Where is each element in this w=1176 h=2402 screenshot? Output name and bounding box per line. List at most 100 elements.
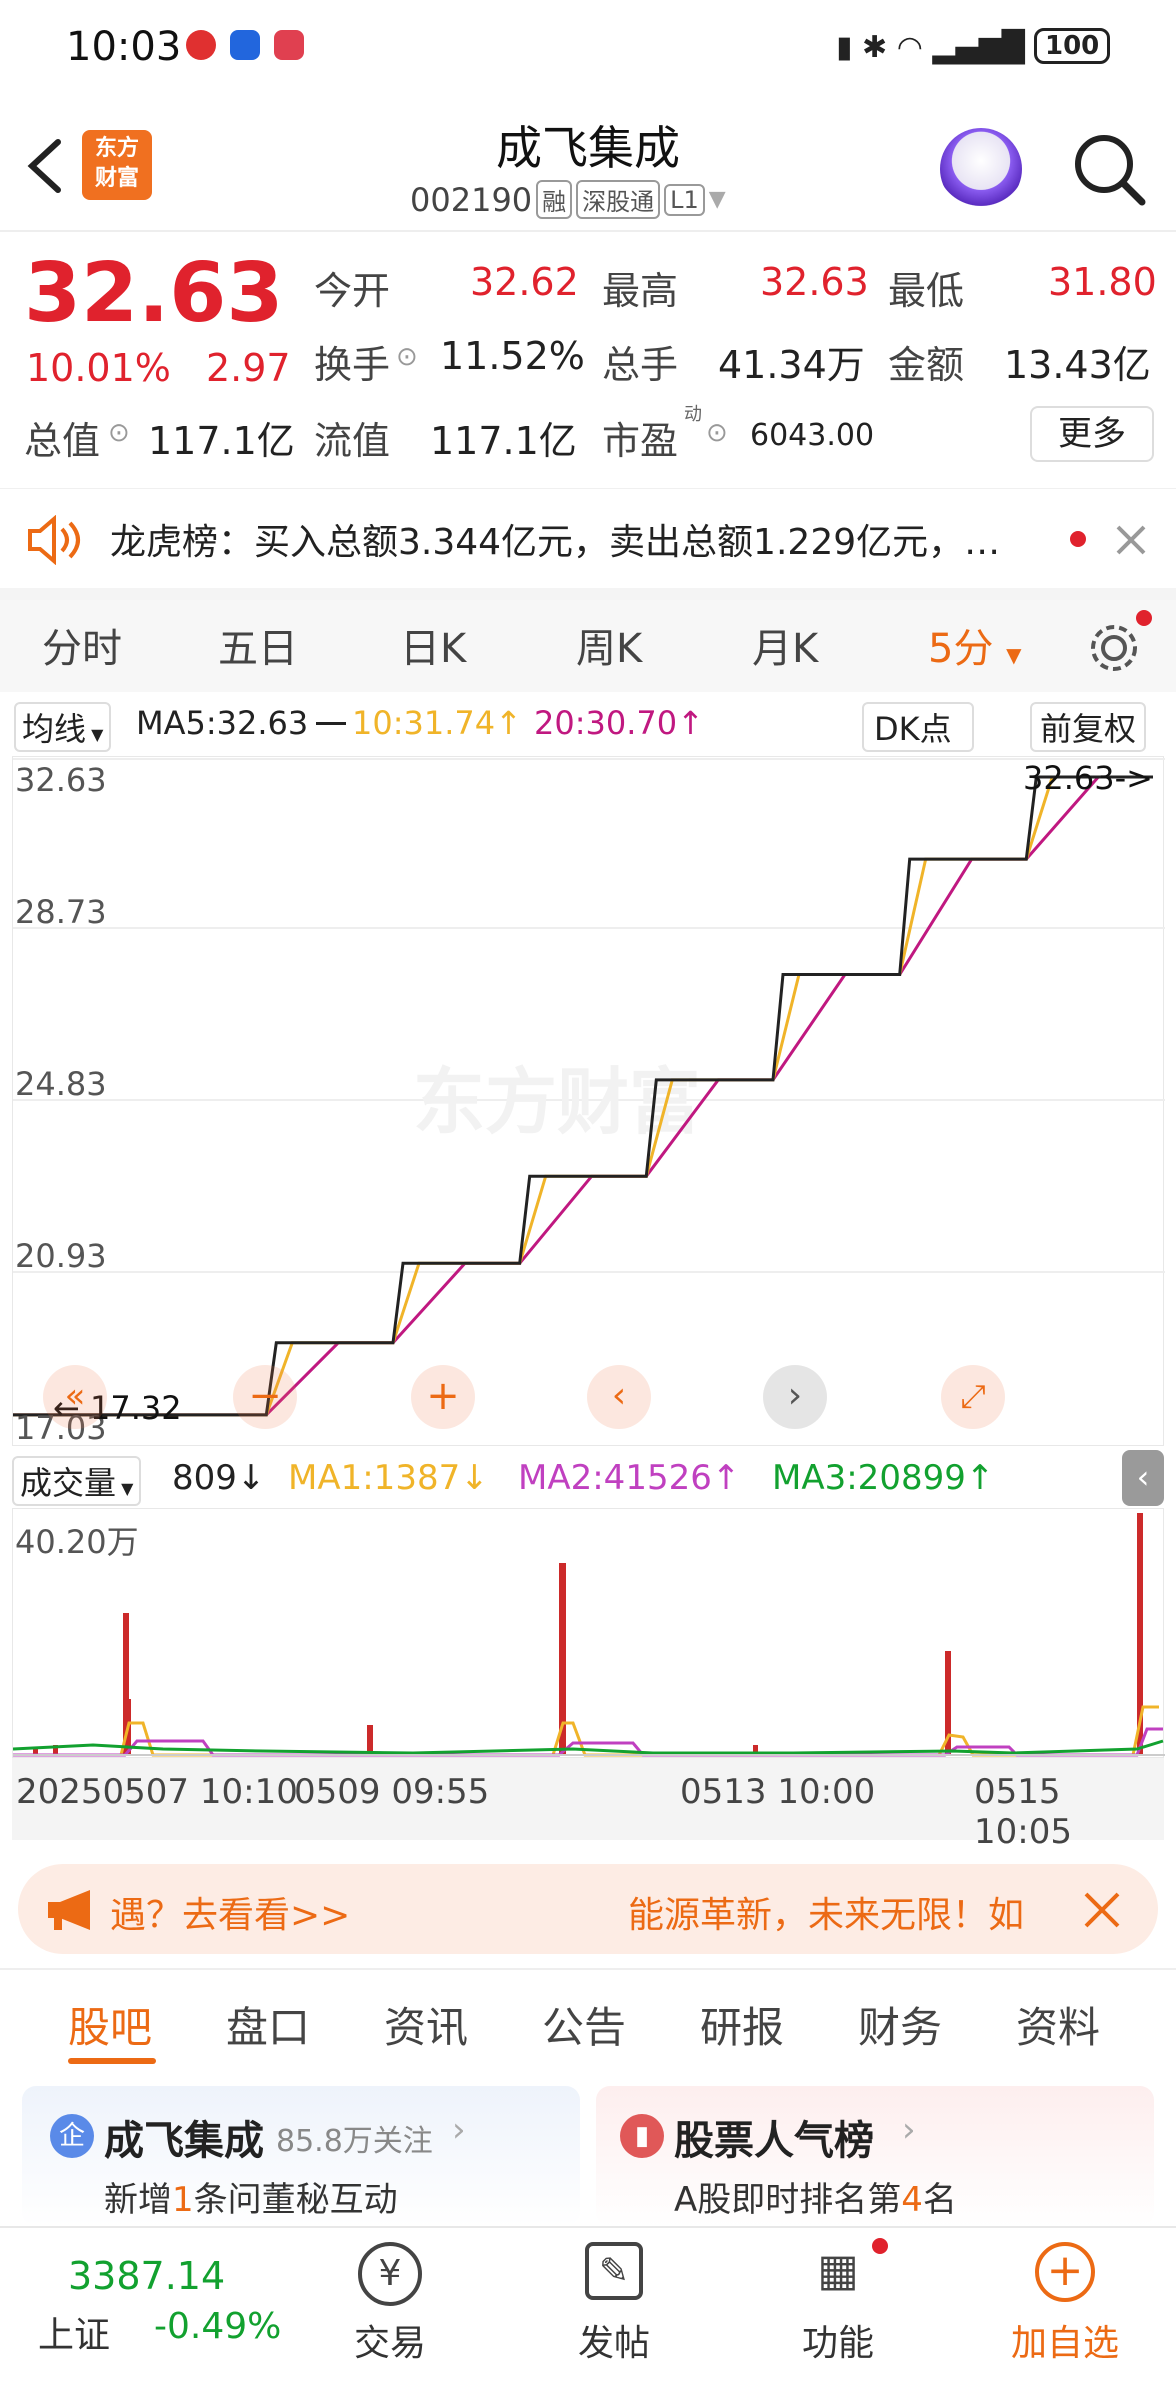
trade-icon: ¥ xyxy=(358,2242,422,2306)
notification-icons xyxy=(186,30,304,60)
change-amount: 2.97 xyxy=(206,346,291,390)
functions-button[interactable]: ▦ 功能 xyxy=(768,2228,908,2402)
chart-bar-icon: ▮ xyxy=(620,2114,664,2158)
tag-margin: 融 xyxy=(536,180,573,219)
axis-price-2: 28.73 xyxy=(15,893,107,931)
turnover-value: 11.52% xyxy=(440,334,585,378)
settings-gear-icon[interactable] xyxy=(1084,618,1144,678)
notification-dot xyxy=(872,2238,888,2254)
dk-button[interactable]: DK点 xyxy=(862,702,974,752)
app-header: 东方 财富 成飞集成 002190 融 深股通 L1 ▼ xyxy=(0,100,1176,232)
index-widget[interactable]: 3387.14 上证 -0.49% xyxy=(0,2228,300,2402)
time-label-1: 20250507 10:10 xyxy=(16,1772,298,1812)
stock-code-row[interactable]: 002190 融 深股通 L1 ▼ xyxy=(410,180,726,219)
collapse-panel-button[interactable]: ‹ xyxy=(1122,1450,1164,1506)
fullscreen-button[interactable]: ⤢ xyxy=(941,1365,1005,1429)
tab-news[interactable]: 资讯 xyxy=(384,1994,468,2055)
card-desc: 新增1条问董秘互动 xyxy=(104,2180,398,2220)
float-value: 117.1亿 xyxy=(430,419,577,463)
status-time: 10:03 xyxy=(66,24,182,70)
zoom-in-button[interactable]: + xyxy=(411,1365,475,1429)
tab-finance[interactable]: 财务 xyxy=(858,1994,942,2055)
time-label-3: 0513 10:00 xyxy=(680,1772,876,1812)
tab-underline xyxy=(68,2058,156,2064)
time-axis: 20250507 10:10 0509 09:55 0513 10:00 051… xyxy=(12,1758,1164,1852)
index-value: 3387.14 xyxy=(68,2254,226,2298)
mktcap-value: 117.1亿 xyxy=(148,419,295,463)
tab-forum[interactable]: 股吧 xyxy=(68,1994,152,2055)
status-bar: 10:03 ▮ ✱ ◠ ▂▄▆█ 100 xyxy=(0,0,1176,100)
tab-announcements[interactable]: 公告 xyxy=(542,1994,626,2055)
stock-code: 002190 xyxy=(410,180,533,219)
tab-profile[interactable]: 资料 xyxy=(1016,1994,1100,2055)
volume-selector[interactable]: 成交量 ▼ xyxy=(12,1456,142,1506)
turnover-label: 换手 xyxy=(314,343,391,387)
index-pct: -0.49% xyxy=(154,2306,282,2347)
volume-value: 809↓ xyxy=(172,1458,266,1498)
open-label: 今开 xyxy=(314,269,391,313)
period-tabs: 分时 五日 日K 周K 月K 5分 ▼ xyxy=(0,600,1176,692)
move-left-button[interactable]: ‹ xyxy=(587,1365,651,1429)
index-name: 上证 xyxy=(38,2315,111,2356)
axis-price-4: 20.93 xyxy=(15,1237,107,1275)
tab-research[interactable]: 研报 xyxy=(700,1994,784,2055)
close-icon[interactable] xyxy=(1082,1890,1122,1930)
info-icon[interactable]: ⊙ xyxy=(706,418,728,448)
high-label: 最高 xyxy=(602,269,679,313)
change-percent: 10.01% xyxy=(26,346,171,390)
ad-left-text: 遇？去看看>> xyxy=(110,1895,351,1936)
ma-bar: 均线 ▼ MA5:32.63 10:31.74↑ 20:30.70↑ DK点 前… xyxy=(0,692,1176,754)
unread-dot xyxy=(1070,531,1086,547)
megaphone-icon xyxy=(48,1890,90,1930)
vol-ma2: MA2:41526↑ xyxy=(518,1458,741,1498)
close-icon[interactable] xyxy=(1114,523,1148,557)
ma-selector[interactable]: 均线 ▼ xyxy=(14,702,112,752)
price-chart[interactable]: 东方财富 32.63 28.73 24.83 20.93 17.03 32.63… xyxy=(12,756,1165,1447)
stock-forum-card[interactable]: 企 成飞集成 85.8万关注 › 新增1条问董秘互动 xyxy=(22,2086,580,2226)
card-title: 股票人气榜 xyxy=(674,2118,874,2164)
quote-panel: 32.63 10.01% 2.97 今开 32.62 最高 32.63 最低 3… xyxy=(0,232,1176,482)
functions-label: 功能 xyxy=(801,2323,874,2364)
news-ticker[interactable]: 龙虎榜：买入总额3.344亿元，卖出总额1.229亿元，… xyxy=(0,488,1176,588)
add-circle-icon: + xyxy=(1035,2242,1095,2302)
low-value: 31.80 xyxy=(1048,260,1157,304)
adjust-button[interactable]: 前复权 xyxy=(1030,702,1147,752)
post-button[interactable]: ✎ 发帖 xyxy=(544,2228,684,2402)
info-icon[interactable]: ⊙ xyxy=(396,342,418,372)
pe-value: 6043.00 xyxy=(750,418,875,453)
bottom-bar: 3387.14 上证 -0.49% ¥ 交易 ✎ 发帖 ▦ 功能 + 加自选 xyxy=(0,2226,1176,2400)
more-button[interactable]: 更多 xyxy=(1030,406,1154,462)
search-icon[interactable] xyxy=(1070,130,1150,210)
tab-weekly[interactable]: 周K xyxy=(576,616,642,674)
amount-label: 金额 xyxy=(888,343,965,387)
ad-right-text: 能源革新，未来无限！如 xyxy=(628,1895,1025,1936)
scroll-left-end-button[interactable]: « xyxy=(43,1365,107,1429)
pe-label: 市盈 xyxy=(602,419,679,463)
time-label-2: 0509 09:55 xyxy=(294,1772,490,1812)
info-icon[interactable]: ⊙ xyxy=(108,418,130,448)
signal-icons: ▮ ✱ ◠ ▂▄▆█ xyxy=(836,30,1025,65)
tab-intraday[interactable]: 分时 xyxy=(42,616,122,674)
add-watchlist-button[interactable]: + 加自选 xyxy=(990,2228,1140,2402)
edit-icon: ✎ xyxy=(585,2242,643,2300)
chevron-right-icon: › xyxy=(452,2110,466,2150)
tab-five-day[interactable]: 五日 xyxy=(218,616,298,674)
tab-5min[interactable]: 5分 ▼ xyxy=(928,616,1022,674)
section-tabs: 股吧 盘口 资讯 公告 研报 财务 资料 xyxy=(0,1970,1176,2070)
trade-button[interactable]: ¥ 交易 xyxy=(320,2228,460,2402)
tag-level: L1 xyxy=(664,183,705,216)
tab-daily[interactable]: 日K xyxy=(400,616,466,674)
tab-monthly[interactable]: 月K xyxy=(752,616,818,674)
amount-value: 13.43亿 xyxy=(1004,343,1151,387)
low-label: 最低 xyxy=(888,269,965,313)
axis-price-top: 32.63 xyxy=(15,761,107,799)
popularity-card[interactable]: ▮ 股票人气榜 › A股即时排名第4名 xyxy=(596,2086,1154,2226)
ad-banner[interactable]: 遇？去看看>> 能源革新，未来无限！如 xyxy=(18,1864,1158,1954)
robot-avatar-icon[interactable] xyxy=(940,128,1022,210)
move-right-button[interactable]: › xyxy=(763,1365,827,1429)
volume-chart[interactable]: 40.20万 xyxy=(12,1508,1165,1758)
zoom-out-button[interactable]: − xyxy=(233,1365,297,1429)
notification-dot xyxy=(1136,610,1152,626)
chevron-right-icon: › xyxy=(902,2110,916,2150)
tab-orderbook[interactable]: 盘口 xyxy=(226,1994,310,2055)
